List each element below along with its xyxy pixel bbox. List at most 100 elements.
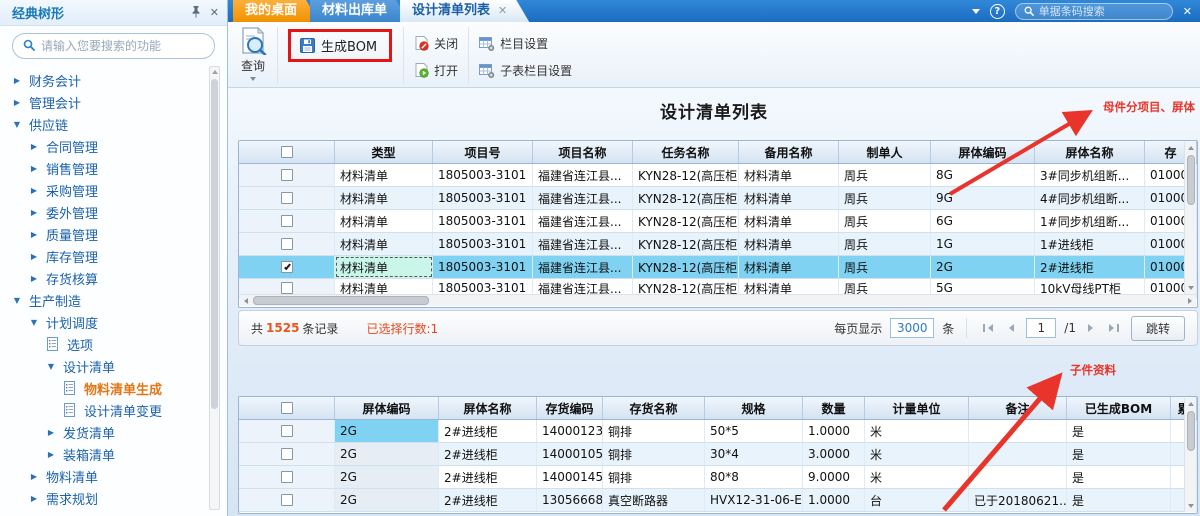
column-header[interactable]: 备用名称 [739,141,839,163]
table-cell[interactable]: 福建省连江县... [533,187,633,209]
first-page-button[interactable] [979,324,997,332]
table-cell[interactable]: 13056668 [537,489,603,511]
chevron-down-icon[interactable]: ▼ [46,362,56,371]
checkbox[interactable] [281,146,293,158]
tree-item-采购管理[interactable]: ▶采购管理 [0,179,227,201]
chevron-right-icon[interactable]: ▶ [12,76,22,85]
column-header[interactable]: 已生成BOM [1067,397,1171,419]
tree-item-物料清单[interactable]: ▶物料清单 [0,465,227,487]
chevron-right-icon[interactable]: ▶ [12,98,22,107]
table-row[interactable]: 材料清单1805003-3101福建省连江县...KYN28-12(高压柜)材料… [239,256,1197,279]
table-cell[interactable]: 周兵 [839,210,931,232]
table-cell[interactable]: 14000123 [537,420,603,442]
table-cell[interactable]: 2#进线柜 [439,466,537,488]
table-cell[interactable]: 1805003-3101 [433,187,533,209]
table-cell[interactable]: 2#进线柜 [439,489,537,511]
table-cell[interactable]: KYN28-12(高压柜) [633,187,739,209]
checkbox[interactable] [281,169,293,181]
table-cell[interactable]: 2#进线柜 [439,443,537,465]
table-row[interactable]: 材料清单1805003-3101福建省连江县...KYN28-12(高压柜)材料… [239,210,1197,233]
table-cell[interactable]: 2#进线柜 [439,420,537,442]
table-cell[interactable]: 1805003-3101 [433,233,533,255]
table-cell[interactable]: KYN28-12(高压柜) [633,210,739,232]
checkbox[interactable] [281,425,293,437]
row-select-cell[interactable] [239,187,335,209]
sidebar-search-input[interactable] [41,39,204,53]
table-cell[interactable]: 1805003-3101 [433,256,533,278]
table-cell[interactable]: 福建省连江县... [533,210,633,232]
table-cell[interactable]: 2#进线柜 [1035,256,1145,278]
tree-item-物料清单生成[interactable]: 物料清单生成 [0,377,227,399]
column-header[interactable]: 任务名称 [633,141,739,163]
checkbox[interactable] [281,238,293,250]
column-header[interactable]: 存货名称 [603,397,705,419]
table-cell[interactable]: 周兵 [839,164,931,186]
table-cell[interactable]: 材料清单 [739,256,839,278]
tree-item-生产制造[interactable]: ▼生产制造 [0,289,227,311]
table-cell[interactable]: 周兵 [839,187,931,209]
table-cell[interactable]: 1.0000 [803,489,865,511]
table-cell[interactable]: 1#进线柜 [1035,233,1145,255]
chevron-right-icon[interactable]: ▶ [29,142,39,151]
chevron-right-icon[interactable]: ▶ [29,208,39,217]
chevron-right-icon[interactable]: ▶ [29,274,39,283]
per-page-input[interactable] [890,318,934,338]
checkbox[interactable] [281,282,293,294]
tree-item-设计清单[interactable]: ▼设计清单 [0,355,227,377]
table-cell[interactable]: 1#同步机组断... [1035,210,1145,232]
table-cell[interactable]: 铜排 [603,443,705,465]
chevron-down-icon[interactable]: ▼ [29,318,39,327]
tab-material-outbound[interactable]: 材料出库单 [310,0,409,22]
open-button[interactable]: 打开 [414,62,458,79]
table-cell[interactable]: 材料清单 [335,164,433,186]
help-icon[interactable]: ? [990,4,1005,19]
table-cell[interactable]: 材料清单 [739,187,839,209]
tree-item-设计清单变更[interactable]: 设计清单变更 [0,399,227,421]
tree-item-发货清单[interactable]: ▶发货清单 [0,421,227,443]
table-cell[interactable]: 是 [1067,443,1171,465]
chevron-right-icon[interactable]: ▶ [29,252,39,261]
table-cell[interactable]: 周兵 [839,233,931,255]
page-number-input[interactable] [1026,318,1056,338]
table-cell[interactable]: HVX12-31-06-E [705,489,803,511]
table-cell[interactable]: 材料清单 [739,233,839,255]
tree-item-销售管理[interactable]: ▶销售管理 [0,157,227,179]
column-header[interactable]: 制单人 [839,141,931,163]
tree-item-财务会计[interactable]: ▶财务会计 [0,69,227,91]
checkbox[interactable] [281,215,293,227]
chevron-down-icon[interactable]: ▼ [12,296,22,305]
tab-close-icon[interactable]: ✕ [498,0,507,22]
tab-my-desktop[interactable]: 我的桌面 [233,0,319,22]
checkbox[interactable] [281,261,293,273]
checkbox[interactable] [281,494,293,506]
table-cell[interactable]: 1G [931,233,1035,255]
table-cell[interactable]: 30*4 [705,443,803,465]
table-cell[interactable]: 3.0000 [803,443,865,465]
table-cell[interactable]: 2G [335,420,439,442]
row-select-cell[interactable] [239,466,335,488]
table-cell[interactable]: 材料清单 [739,164,839,186]
sidebar-close-icon[interactable]: ✕ [210,7,219,18]
table-cell[interactable]: 材料清单 [335,187,433,209]
table-cell[interactable]: 材料清单 [335,233,433,255]
chevron-right-icon[interactable]: ▶ [29,186,39,195]
column-header[interactable]: 项目名称 [533,141,633,163]
tree-item-委外管理[interactable]: ▶委外管理 [0,201,227,223]
close-button[interactable]: 关闭 [414,35,458,52]
query-button[interactable]: 查询 [234,24,272,87]
checkbox[interactable] [281,448,293,460]
row-select-cell[interactable] [239,210,335,232]
checkbox[interactable] [281,471,293,483]
tree-item-供应链[interactable]: ▼供应链 [0,113,227,135]
column-header[interactable]: 项目号 [433,141,533,163]
chevron-right-icon[interactable]: ▶ [29,472,39,481]
column-header[interactable]: 屏体编码 [335,397,439,419]
table-cell[interactable]: 2G [335,466,439,488]
tree-item-选项[interactable]: 选项 [0,333,227,355]
checkbox[interactable] [281,402,293,414]
chevron-down-icon[interactable]: ▼ [12,120,22,129]
table-cell[interactable]: 周兵 [839,256,931,278]
row-select-cell[interactable] [239,233,335,255]
tree-item-需求规划[interactable]: ▶需求规划 [0,487,227,509]
table-cell[interactable]: KYN28-12(高压柜) [633,256,739,278]
